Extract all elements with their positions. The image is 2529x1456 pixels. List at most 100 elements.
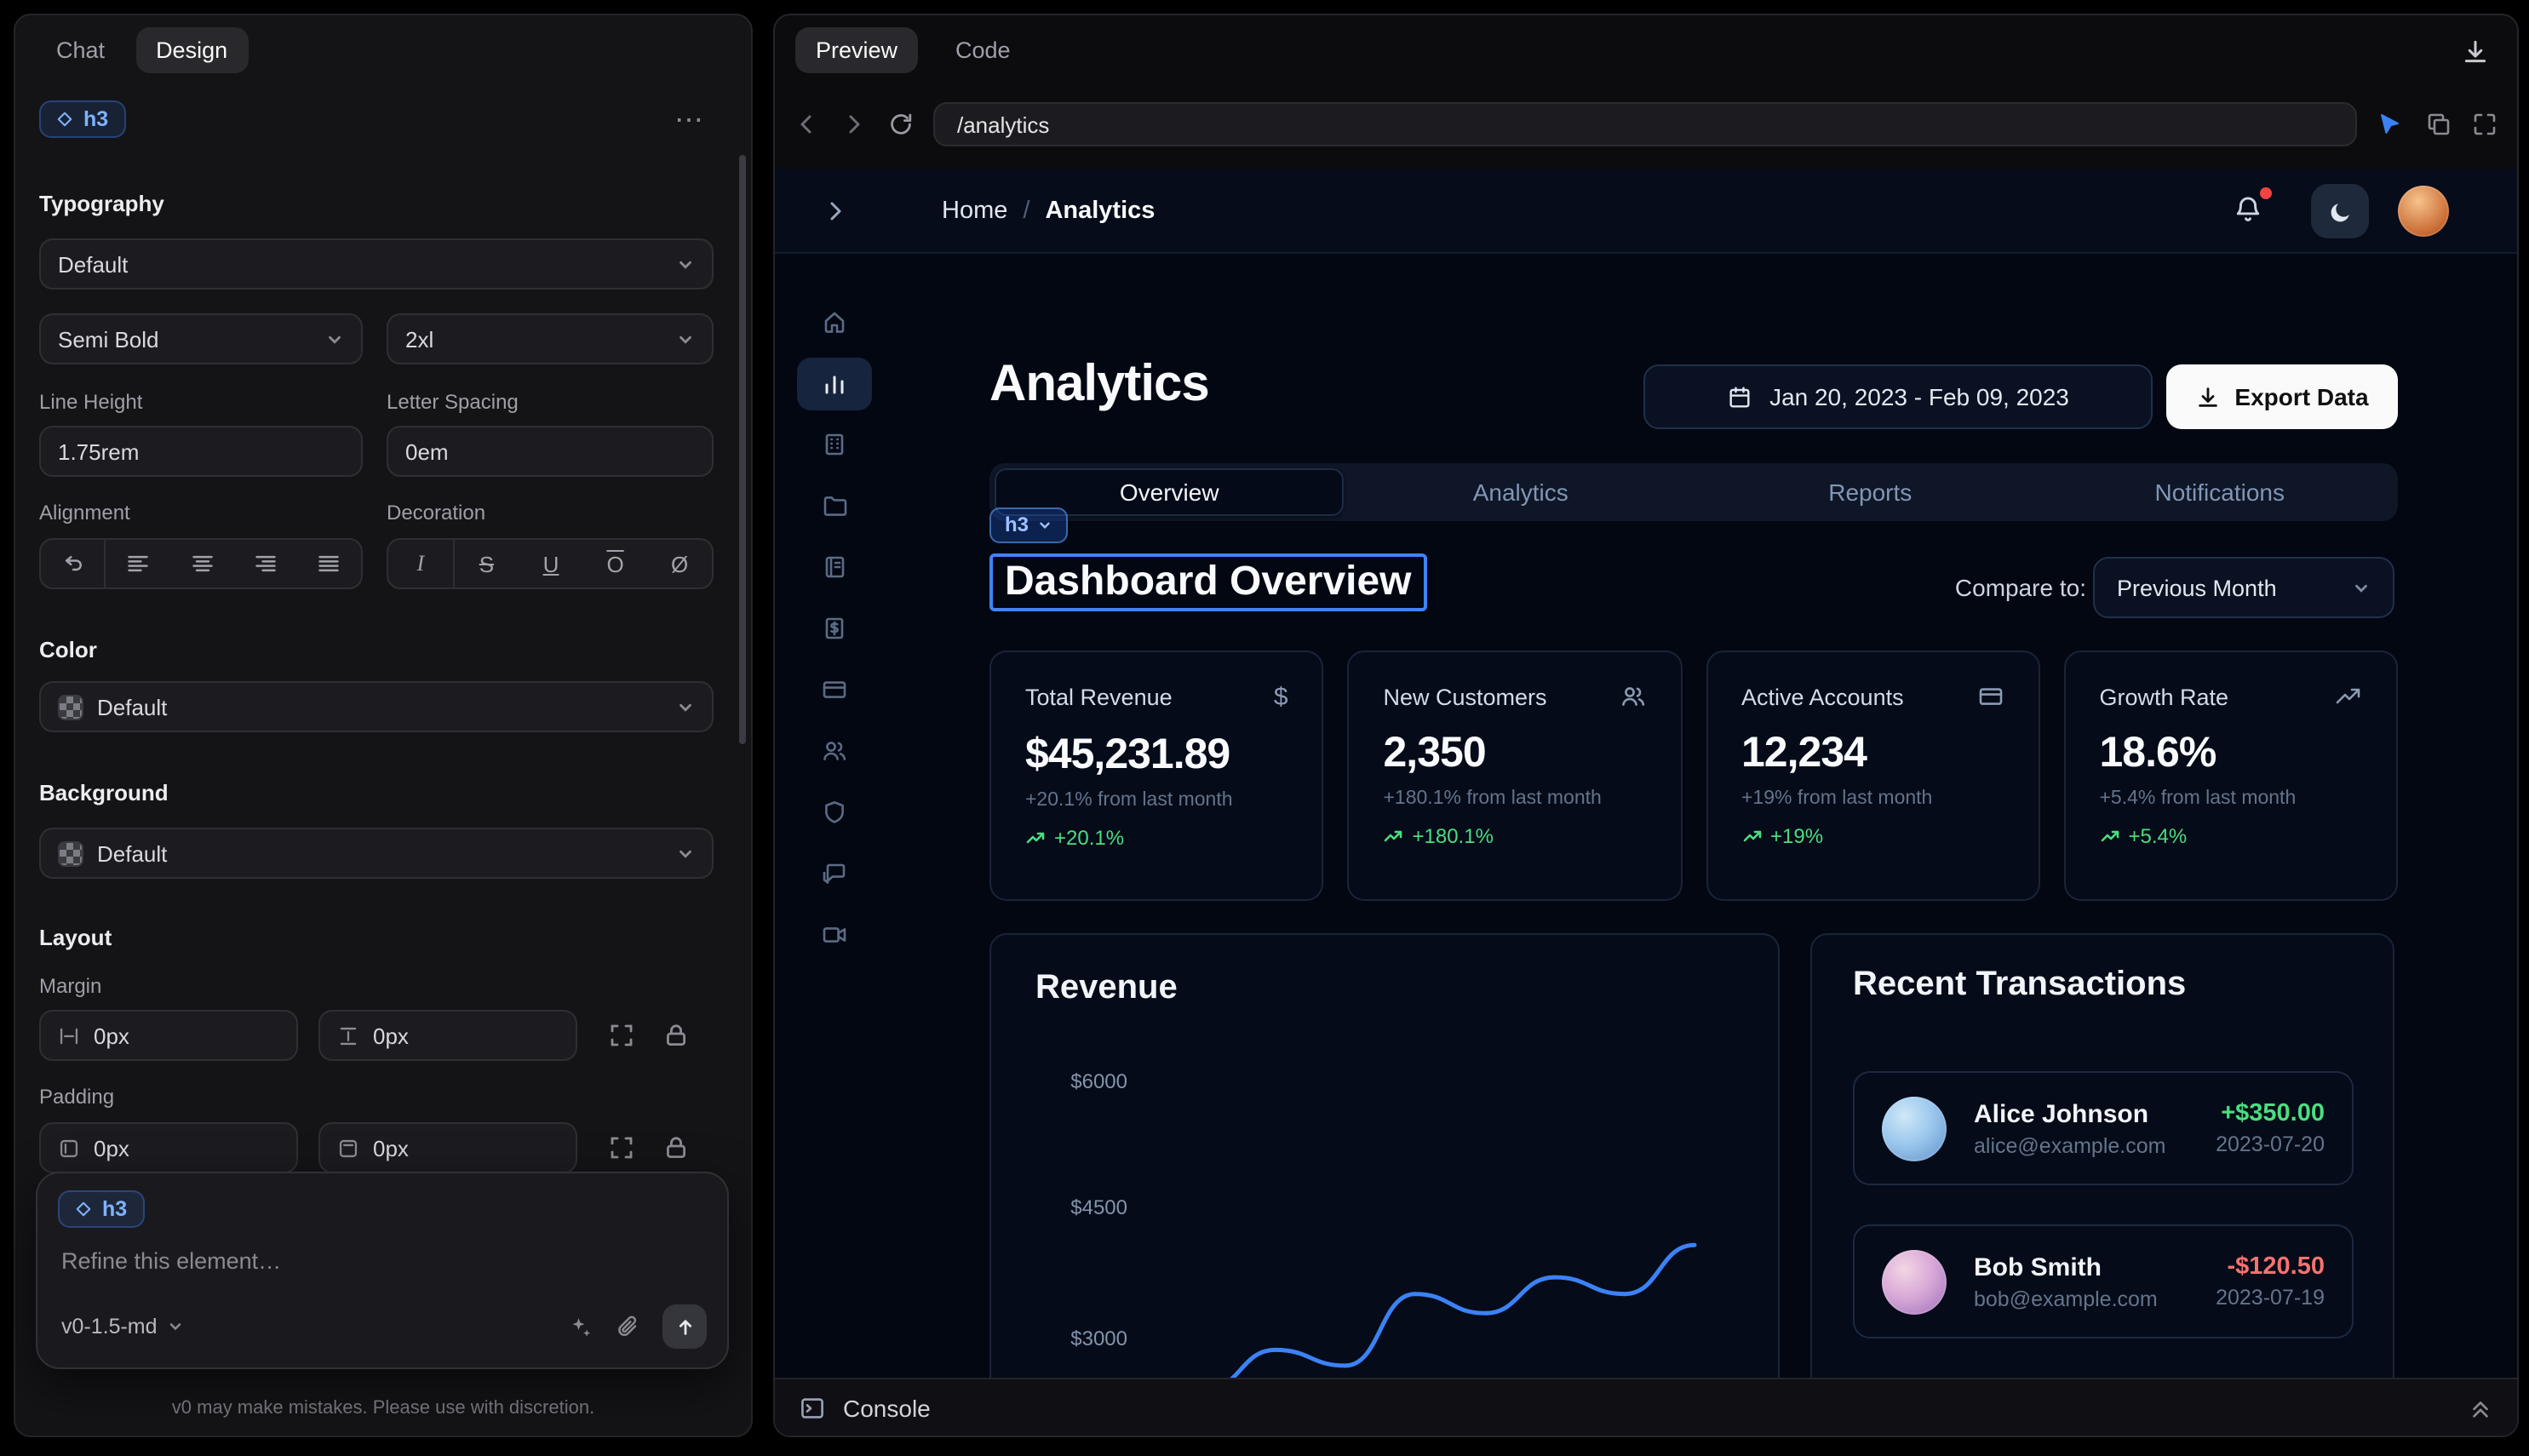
sparkles-icon[interactable] [567,1314,593,1339]
trending-up-icon [1741,826,1762,846]
stat-card-total-revenue: Total Revenue$ $45,231.89 +20.1% from la… [989,651,1324,901]
chevrons-up-icon[interactable] [2468,1395,2493,1420]
line-height-input[interactable]: 1.75rem [39,426,363,477]
refresh-icon[interactable] [887,111,915,138]
lock-icon[interactable] [662,1022,690,1049]
nav-video-icon[interactable] [821,921,848,949]
nav-analytics-icon[interactable] [821,370,848,397]
color-select[interactable]: Default [39,681,714,732]
nav-messages-icon[interactable] [821,860,848,887]
align-center-button[interactable] [170,540,234,588]
fullscreen-icon[interactable] [2471,111,2498,138]
font-family-select[interactable]: Default [39,238,714,289]
trending-up-icon [1384,826,1404,846]
chevron-down-icon [2352,578,2371,597]
console-bar[interactable]: Console [775,1378,2517,1436]
nav-projects-icon[interactable] [821,492,848,519]
tab-notifications[interactable]: Notifications [2047,468,2394,516]
transaction-row[interactable]: Alice Johnson alice@example.com +$350.00… [1853,1071,2354,1185]
margin-horizontal-input[interactable]: 0px [39,1010,298,1061]
sidebar-toggle-icon[interactable] [821,198,848,225]
chevron-down-icon [676,697,695,716]
nav-invoices-icon[interactable] [821,615,848,642]
lock-icon[interactable] [662,1134,690,1161]
align-left-button[interactable] [106,540,170,588]
url-input[interactable]: /analytics [933,102,2357,146]
nav-notes-icon[interactable] [821,553,848,581]
background-select[interactable]: Default [39,828,714,879]
no-decoration-button[interactable]: Ø [647,540,712,588]
chevron-down-icon [1037,518,1052,533]
padding-horizontal-input[interactable]: 0px [39,1122,298,1173]
date-range-button[interactable]: Jan 20, 2023 - Feb 09, 2023 [1643,364,2153,429]
checker-swatch-icon [58,694,83,719]
selection-tag-badge[interactable]: h3 [989,507,1068,543]
user-avatar[interactable] [2398,186,2449,237]
tab-reports[interactable]: Reports [1697,468,2044,516]
undo-icon [60,552,84,576]
nav-payments-icon[interactable] [821,676,848,703]
transaction-row[interactable]: Bob Smith bob@example.com -$120.50 2023-… [1853,1224,2354,1338]
copy-window-icon[interactable] [2425,111,2452,138]
transaction-name: Bob Smith [1974,1253,2158,1281]
font-weight-select[interactable]: Semi Bold [39,313,363,364]
paperclip-icon[interactable] [615,1314,640,1339]
composer-element-badge[interactable]: h3 [58,1190,144,1228]
strikethrough-button[interactable]: S [455,540,519,588]
tab-preview[interactable]: Preview [795,27,918,73]
transaction-amount: -$120.50 [2216,1253,2325,1281]
stat-card-growth-rate: Growth Rate 18.6% +5.4% from last month … [2064,651,2399,901]
tab-chat[interactable]: Chat [36,27,125,73]
dollar-sign-icon: $ [1274,683,1288,712]
expand-sides-icon[interactable] [608,1134,635,1161]
tab-code[interactable]: Code [935,27,1031,73]
notifications-button[interactable] [2233,194,2267,228]
nav-members-icon[interactable] [821,737,848,765]
export-data-button[interactable]: Export Data [2166,364,2398,429]
transaction-date: 2023-07-20 [2216,1132,2325,1156]
expand-sides-icon[interactable] [608,1022,635,1049]
align-right-icon [254,552,278,576]
nav-home-icon[interactable] [821,308,848,335]
inspect-cursor-icon[interactable] [2376,111,2403,138]
tab-design[interactable]: Design [135,27,248,73]
transactions-title: Recent Transactions [1853,966,2186,1005]
margin-vertical-input[interactable]: 0px [318,1010,577,1061]
theme-toggle-button[interactable] [2311,184,2369,238]
model-select[interactable]: v0-1.5-md [61,1315,185,1338]
chevron-down-icon [168,1318,185,1335]
forward-icon[interactable] [840,111,867,138]
selected-heading-outline[interactable]: Dashboard Overview [989,553,1427,611]
selected-element-badge[interactable]: h3 [39,100,125,138]
reset-alignment-button[interactable] [41,540,106,588]
margin-vertical-icon [337,1024,359,1046]
tab-analytics[interactable]: Analytics [1348,468,1695,516]
download-icon[interactable] [2461,37,2490,66]
diamond-icon [56,111,73,128]
chevron-down-icon [676,330,695,348]
nav-security-icon[interactable] [821,799,848,826]
overline-button[interactable]: O [583,540,648,588]
align-left-icon [126,552,150,576]
line-height-label: Line Height [39,390,142,414]
composer-input[interactable]: Refine this element… [61,1248,281,1274]
nav-organization-icon[interactable] [821,431,848,458]
breadcrumb-home[interactable]: Home [942,198,1007,225]
sidebar-scrollbar[interactable] [739,155,746,744]
underline-button[interactable]: U [519,540,583,588]
compare-select[interactable]: Previous Month [2093,557,2394,618]
back-icon[interactable] [794,111,821,138]
refine-composer[interactable]: h3 Refine this element… v0-1.5-md [36,1172,729,1369]
preview-viewport: Home / Analytics [775,169,2517,1381]
align-right-button[interactable] [233,540,297,588]
font-size-select[interactable]: 2xl [387,313,714,364]
padding-horizontal-icon [58,1137,80,1159]
trending-up-icon [1025,828,1046,848]
italic-button[interactable]: I [388,540,455,588]
align-justify-button[interactable] [297,540,361,588]
letter-spacing-input[interactable]: 0em [387,426,714,477]
console-label: Console [843,1394,931,1421]
overflow-menu-icon[interactable]: ⋯ [674,104,707,138]
send-button[interactable] [662,1304,707,1349]
padding-vertical-input[interactable]: 0px [318,1122,577,1173]
